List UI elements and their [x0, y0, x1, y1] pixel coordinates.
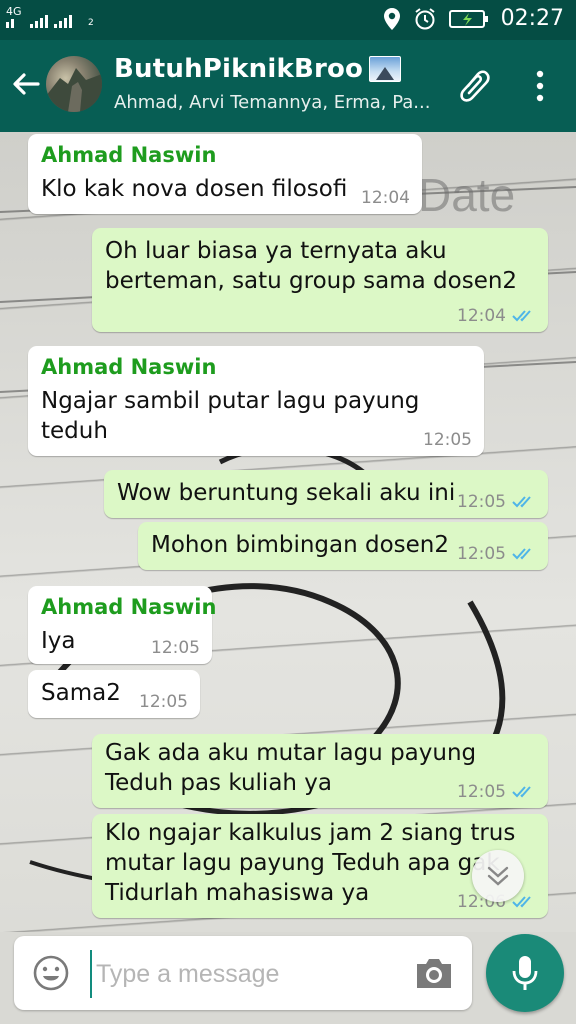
- message-text: Wow beruntung sekali aku ini: [117, 480, 456, 506]
- message-text: Klo kak nova dosen filosofi: [41, 176, 348, 202]
- message-text: Iya: [41, 628, 76, 654]
- message-time: 12:05: [139, 692, 188, 712]
- voice-record-button[interactable]: [486, 934, 564, 1012]
- message-time: 12:05: [423, 430, 472, 450]
- group-members[interactable]: Ahmad, Arvi Temannya, Erma, Pa...: [114, 92, 430, 113]
- read-ticks-icon: [512, 896, 531, 908]
- chat-header: ButuhPiknikBroo Ahmad, Arvi Temannya, Er…: [0, 40, 576, 132]
- message-text: Ngajar sambil putar lagu payung teduh: [41, 388, 420, 444]
- message-time: 12:04: [361, 188, 410, 208]
- group-name[interactable]: ButuhPiknikBroo: [114, 54, 402, 84]
- read-ticks-icon: [512, 548, 531, 560]
- message-outgoing[interactable]: Wow beruntung sekali aku ini 12:05: [104, 470, 548, 518]
- camera-icon[interactable]: [414, 954, 454, 992]
- back-arrow-icon[interactable]: [10, 66, 42, 102]
- read-ticks-icon: [512, 496, 531, 508]
- message-time: 12:05: [457, 492, 506, 512]
- emoji-icon[interactable]: [32, 954, 70, 992]
- message-input[interactable]: [90, 950, 408, 998]
- message-text: Sama2: [41, 680, 121, 706]
- microphone-icon: [512, 956, 538, 990]
- wallpaper-date-text: Date: [418, 169, 516, 221]
- sender-name: Ahmad Naswin: [41, 595, 217, 619]
- scroll-to-bottom-button[interactable]: [472, 850, 524, 902]
- clock: 02:27: [500, 6, 564, 31]
- message-incoming[interactable]: Ahmad Naswin Iya 12:05: [28, 586, 216, 664]
- mount-fuji-emoji-icon: [369, 56, 402, 82]
- message-outgoing[interactable]: Oh luar biasa ya ternyata aku berteman, …: [92, 228, 548, 332]
- message-incoming[interactable]: Ahmad Naswin Ngajar sambil putar lagu pa…: [28, 346, 484, 456]
- signal-indicators: 4G 2: [6, 6, 94, 28]
- signal-strength-icon: [6, 15, 72, 28]
- read-ticks-icon: [512, 786, 531, 798]
- avatar-image: [46, 68, 102, 112]
- message-text: Mohon bimbingan dosen2: [151, 532, 450, 558]
- group-name-text: ButuhPiknikBroo: [114, 54, 364, 84]
- message-time: 12:05: [457, 544, 506, 564]
- double-chevron-down-icon: [487, 866, 509, 886]
- message-time: 12:05: [457, 782, 506, 802]
- location-icon: [383, 7, 400, 30]
- message-time: 12:04: [457, 306, 506, 326]
- message-text: Gak ada aku mutar lagu payung Teduh pas …: [105, 740, 477, 796]
- alarm-icon: [414, 7, 435, 29]
- message-incoming[interactable]: Ahmad Naswin Klo kak nova dosen filosofi…: [28, 134, 422, 214]
- attach-paperclip-icon[interactable]: [456, 66, 492, 106]
- sim-slot-label: 2: [88, 18, 94, 28]
- group-avatar[interactable]: [46, 56, 102, 112]
- battery-icon: [448, 9, 488, 28]
- message-time: 12:05: [151, 638, 200, 658]
- sender-name: Ahmad Naswin: [41, 143, 217, 167]
- chat-messages-area[interactable]: Date Ahmad Naswin Klo kak nova dosen fil…: [0, 132, 576, 932]
- message-incoming[interactable]: Sama2 12:05: [28, 670, 200, 718]
- more-options-icon[interactable]: [532, 68, 548, 104]
- message-composer: [14, 936, 472, 1010]
- sender-name: Ahmad Naswin: [41, 355, 217, 379]
- status-bar: 4G 2 02:27: [0, 0, 576, 40]
- message-text: Oh luar biasa ya ternyata aku berteman, …: [105, 238, 518, 294]
- read-ticks-icon: [512, 310, 531, 322]
- message-outgoing[interactable]: Gak ada aku mutar lagu payung Teduh pas …: [92, 734, 548, 808]
- message-outgoing[interactable]: Mohon bimbingan dosen2 12:05: [138, 522, 548, 570]
